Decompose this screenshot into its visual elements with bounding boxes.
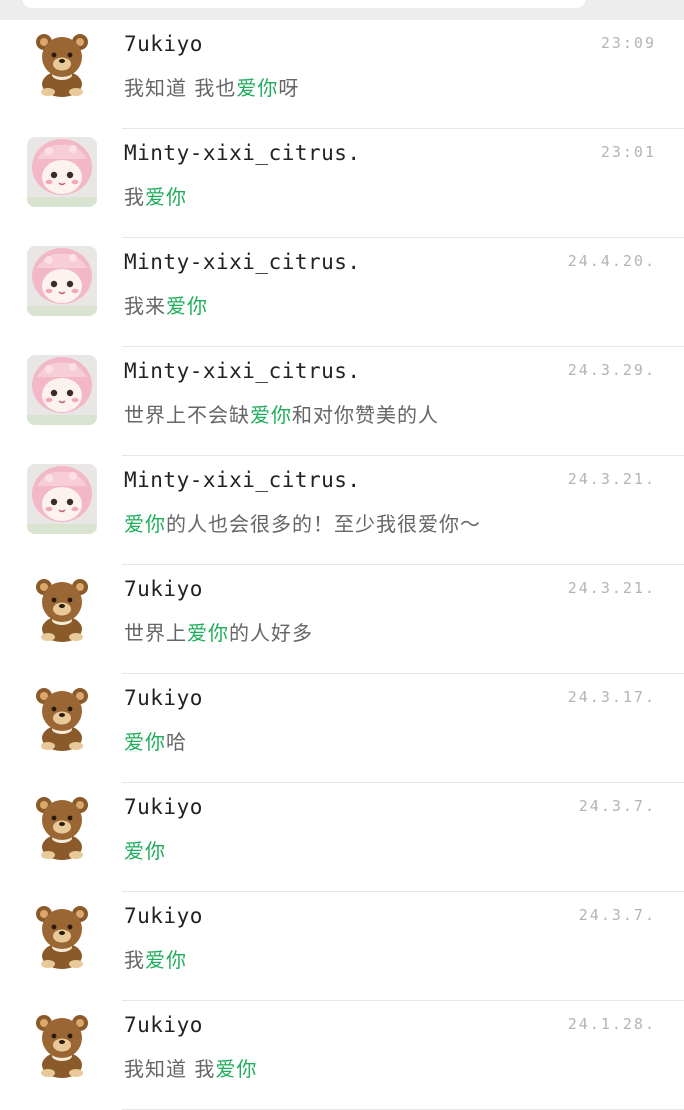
teddy-bear-avatar[interactable] (27, 791, 97, 861)
message-text: 世界上 (124, 621, 187, 645)
contact-name: Minty-xixi_citrus. (124, 359, 361, 383)
contact-name: 7ukiyo (124, 904, 203, 928)
chat-row[interactable]: Minty-xixi_citrus. 24.4.20. 我来爱你 (0, 238, 684, 347)
message-preview: 世界上不会缺爱你和对你赞美的人 (124, 399, 439, 428)
message-time: 24.3.17. (567, 688, 656, 706)
chat-row[interactable]: 7ukiyo 23:09 我知道 我也爱你呀 (0, 20, 684, 129)
message-text: 我来 (124, 294, 166, 318)
contact-name: 7ukiyo (124, 795, 203, 819)
contact-name: Minty-xixi_citrus. (124, 468, 361, 492)
contact-name: Minty-xixi_citrus. (124, 250, 361, 274)
teddy-bear-avatar[interactable] (27, 1009, 97, 1079)
chat-row[interactable]: 7ukiyo 24.3.17. 爱你哈 (0, 674, 684, 783)
teddy-bear-avatar[interactable] (27, 682, 97, 752)
highlighted-keyword: 爱你 (166, 294, 208, 318)
message-text: 我 (124, 948, 145, 972)
message-preview: 爱你哈 (124, 726, 187, 755)
chat-row[interactable]: 7ukiyo 24.3.21. 世界上爱你的人好多 (0, 565, 684, 674)
contact-name: 7ukiyo (124, 32, 203, 56)
message-preview: 爱你 (124, 835, 166, 864)
pink-doll-avatar[interactable] (27, 464, 97, 534)
message-preview: 世界上爱你的人好多 (124, 617, 313, 646)
chat-row[interactable]: 7ukiyo 24.3.7. 爱你 (0, 783, 684, 892)
message-text: 哈 (166, 730, 187, 754)
message-preview: 我知道 我也爱你呀 (124, 72, 299, 101)
teddy-bear-avatar[interactable] (27, 573, 97, 643)
message-time: 23:01 (600, 143, 656, 161)
message-text: 我知道 我也 (124, 76, 237, 100)
message-text: 的人好多 (229, 621, 313, 645)
highlighted-keyword: 爱你 (124, 512, 166, 536)
message-text: 的人也会很多的！至少我很爱你～ (166, 512, 481, 536)
teddy-bear-avatar[interactable] (27, 900, 97, 970)
search-input[interactable] (22, 0, 586, 8)
pink-doll-avatar[interactable] (27, 246, 97, 316)
highlighted-keyword: 爱你 (145, 185, 187, 209)
contact-name: 7ukiyo (124, 686, 203, 710)
highlighted-keyword: 爱你 (124, 730, 166, 754)
pink-doll-avatar[interactable] (27, 355, 97, 425)
highlighted-keyword: 爱你 (250, 403, 292, 427)
chat-row[interactable]: Minty-xixi_citrus. 24.3.29. 世界上不会缺爱你和对你赞美的… (0, 347, 684, 456)
message-preview: 我知道 我爱你 (124, 1053, 257, 1082)
pink-doll-avatar[interactable] (27, 137, 97, 207)
message-text: 我知道 我 (124, 1057, 216, 1081)
contact-name: 7ukiyo (124, 1013, 203, 1037)
message-time: 24.3.7. (578, 797, 656, 815)
message-preview: 我爱你 (124, 181, 187, 210)
chat-row[interactable]: Minty-xixi_citrus. 23:01 我爱你 (0, 129, 684, 238)
highlighted-keyword: 爱你 (145, 948, 187, 972)
highlighted-keyword: 爱你 (215, 1057, 258, 1081)
message-time: 23:09 (600, 34, 656, 52)
message-preview: 我爱你 (124, 944, 187, 973)
message-time: 24.3.21. (567, 470, 656, 488)
message-preview: 爱你的人也会很多的！至少我很爱你～ (124, 508, 481, 537)
message-time: 24.4.20. (567, 252, 656, 270)
highlighted-keyword: 爱你 (124, 839, 166, 863)
contact-name: Minty-xixi_citrus. (124, 141, 361, 165)
message-time: 24.3.21. (567, 579, 656, 597)
highlighted-keyword: 爱你 (187, 621, 229, 645)
message-text: 世界上不会缺 (124, 403, 250, 427)
chat-row[interactable]: 7ukiyo 24.1.28. 我知道 我爱你 (0, 1001, 684, 1110)
chat-list: 7ukiyo 23:09 我知道 我也爱你呀 Minty-xixi_citrus. 2… (0, 20, 684, 1110)
contact-name: 7ukiyo (124, 577, 203, 601)
message-time: 24.3.29. (567, 361, 656, 379)
message-preview: 我来爱你 (124, 290, 208, 319)
highlighted-keyword: 爱你 (236, 76, 279, 100)
message-time: 24.3.7. (578, 906, 656, 924)
message-text: 和对你赞美的人 (292, 403, 439, 427)
chat-row[interactable]: Minty-xixi_citrus. 24.3.21. 爱你的人也会很多的！至少我很… (0, 456, 684, 565)
chat-row[interactable]: 7ukiyo 24.3.7. 我爱你 (0, 892, 684, 1001)
teddy-bear-avatar[interactable] (27, 28, 97, 98)
search-bar-area (0, 0, 684, 20)
message-time: 24.1.28. (567, 1015, 656, 1033)
message-text: 我 (124, 185, 145, 209)
message-text: 呀 (278, 76, 300, 100)
